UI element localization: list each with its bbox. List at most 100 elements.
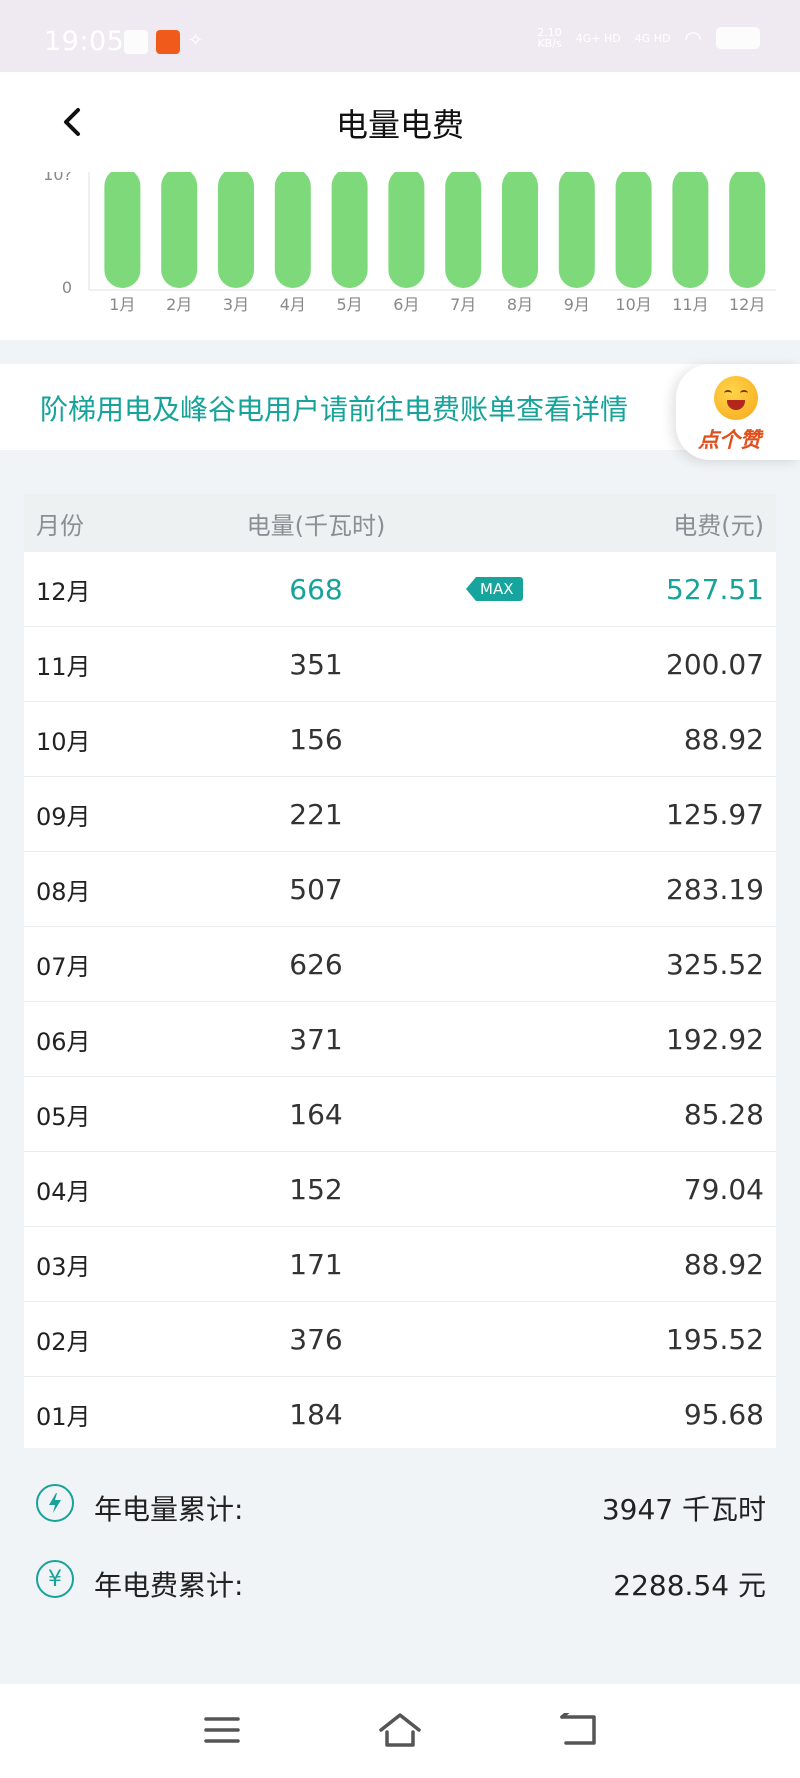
row-fee: 88.92 xyxy=(683,722,764,756)
table-body: 12月 668 MAX 527.51 11月 351 200.07 10月 156 88.92 09… xyxy=(24,552,776,1452)
page-title: 电量电费 xyxy=(335,106,464,144)
bar-9月[interactable] xyxy=(558,172,595,288)
row-usage: 164 xyxy=(289,1097,343,1131)
row-fee: 325.52 xyxy=(666,947,764,981)
bar-8月[interactable] xyxy=(502,172,538,288)
y-tick-label: 0 xyxy=(62,278,72,297)
row-fee: 192.92 xyxy=(666,1022,764,1056)
monthly-usage-chart: 0 10? 1月 2月 3月 4月 5月 6月 7月 8月 9月 10月 11月 12月 xyxy=(0,172,800,340)
row-month: 06月 xyxy=(36,1027,91,1056)
status-time: 19:05 xyxy=(44,26,125,57)
x-tick-label: 11月 xyxy=(672,295,708,314)
x-tick-label: 3月 xyxy=(223,295,249,314)
row-usage: 171 xyxy=(289,1247,343,1281)
header-fee: 电费(元) xyxy=(673,511,764,540)
row-month: 04月 xyxy=(36,1177,91,1206)
bar-6月[interactable] xyxy=(388,172,425,288)
table-header: 月份 电量(千瓦时) 电费(元) xyxy=(24,494,776,552)
bar-11月[interactable] xyxy=(672,172,709,288)
y-tick-label-top: 10? xyxy=(43,172,72,184)
annual-fee-label: 年电费累计: xyxy=(94,1569,244,1602)
x-tick-label: 12月 xyxy=(729,295,765,314)
table-row: 03月 171 88.92 xyxy=(24,1227,776,1302)
row-month: 07月 xyxy=(36,952,91,981)
sim2-signal: 4G HD xyxy=(634,31,671,45)
battery-icon xyxy=(716,27,760,49)
bar-3月[interactable] xyxy=(218,172,254,288)
row-month: 03月 xyxy=(36,1252,91,1281)
x-tick-label: 2月 xyxy=(166,295,192,314)
bar-2月[interactable] xyxy=(161,172,198,288)
back-nav-button[interactable] xyxy=(556,1708,600,1752)
like-button[interactable]: 点个赞 xyxy=(676,364,800,460)
annual-fee-value: 2288.54 元 xyxy=(613,1569,766,1602)
annual-fee-row: ¥ 年电费累计: 2288.54 元 xyxy=(0,1556,800,1606)
bar-10月[interactable] xyxy=(615,172,652,288)
annual-summary: 年电量累计: 3947 千瓦时 ¥ 年电费累计: 2288.54 元 xyxy=(0,1448,800,1684)
table-row: 02月 376 195.52 xyxy=(24,1302,776,1377)
status-bar: 19:05 ✧ 2.10 KB/s 4G+ HD 4G HD ◠ xyxy=(0,0,800,72)
row-usage: 626 xyxy=(289,947,343,981)
table-row: 09月 221 125.97 xyxy=(24,777,776,852)
row-fee: 79.04 xyxy=(683,1172,764,1206)
header-usage: 电量(千瓦时) xyxy=(246,511,386,540)
bar-5月[interactable] xyxy=(331,172,368,288)
table-row: 11月 351 200.07 xyxy=(24,627,776,702)
net-speed: 2.10 KB/s xyxy=(537,27,562,49)
table-row: 04月 152 79.04 xyxy=(24,1152,776,1227)
table-row: 06月 371 192.92 xyxy=(24,1002,776,1077)
row-month: 01月 xyxy=(36,1402,91,1431)
home-icon xyxy=(379,1713,421,1747)
row-usage: 156 xyxy=(289,722,343,756)
like-label: 点个赞 xyxy=(698,428,761,452)
row-usage: 507 xyxy=(289,872,343,906)
max-badge: MAX xyxy=(466,577,524,601)
row-month: 09月 xyxy=(36,802,91,831)
home-button[interactable] xyxy=(378,1708,422,1752)
table-row: 05月 164 85.28 xyxy=(24,1077,776,1152)
wifi-icon: ◠ xyxy=(684,26,702,50)
table-row: 12月 668 MAX 527.51 xyxy=(24,552,776,627)
return-icon xyxy=(560,1713,596,1745)
smiley-icon xyxy=(714,376,758,420)
lightning-icon xyxy=(36,1484,74,1522)
row-fee: 125.97 xyxy=(666,797,764,831)
table-row: 01月 184 95.68 xyxy=(24,1377,776,1452)
row-month: 08月 xyxy=(36,877,91,906)
row-month: 05月 xyxy=(36,1102,91,1131)
yuan-icon: ¥ xyxy=(36,1560,74,1598)
bar-4月[interactable] xyxy=(274,172,311,288)
x-tick-label: 1月 xyxy=(109,295,135,314)
bar-1月[interactable] xyxy=(104,172,141,288)
menu-icon xyxy=(204,1717,240,1743)
menu-button[interactable] xyxy=(200,1708,244,1752)
x-tick-label: 6月 xyxy=(393,295,419,314)
sim1-signal: 4G+ HD xyxy=(575,31,621,45)
bar-7月[interactable] xyxy=(445,172,482,288)
row-fee: 95.68 xyxy=(683,1397,764,1431)
row-usage: 371 xyxy=(289,1022,343,1056)
notice-text[interactable]: 阶梯用电及峰谷电用户请前往电费账单查看详情 xyxy=(40,388,628,428)
row-usage: 221 xyxy=(289,797,343,831)
row-fee: 88.92 xyxy=(683,1247,764,1281)
row-usage: 668 xyxy=(289,572,343,606)
notification-taobao-icon xyxy=(156,30,180,54)
notice-banner[interactable]: 阶梯用电及峰谷电用户请前往电费账单查看详情 点个赞 xyxy=(0,364,800,460)
table-row: 07月 626 325.52 xyxy=(24,927,776,1002)
notification-app-icon xyxy=(124,30,148,54)
annual-usage-label: 年电量累计: xyxy=(94,1493,244,1526)
row-fee: 85.28 xyxy=(683,1097,764,1131)
x-tick-label: 4月 xyxy=(280,295,306,314)
row-usage: 184 xyxy=(289,1397,343,1431)
table-row: 08月 507 283.19 xyxy=(24,852,776,927)
table-row: 10月 156 88.92 xyxy=(24,702,776,777)
row-fee: 200.07 xyxy=(666,647,764,681)
annual-usage-row: 年电量累计: 3947 千瓦时 xyxy=(0,1480,800,1530)
row-fee: 283.19 xyxy=(666,872,764,906)
row-usage: 376 xyxy=(289,1322,343,1356)
row-month: 12月 xyxy=(36,577,91,606)
row-usage: 152 xyxy=(289,1172,343,1206)
system-nav-bar xyxy=(0,1684,800,1778)
row-month: 10月 xyxy=(36,727,91,756)
bar-12月[interactable] xyxy=(729,172,766,288)
